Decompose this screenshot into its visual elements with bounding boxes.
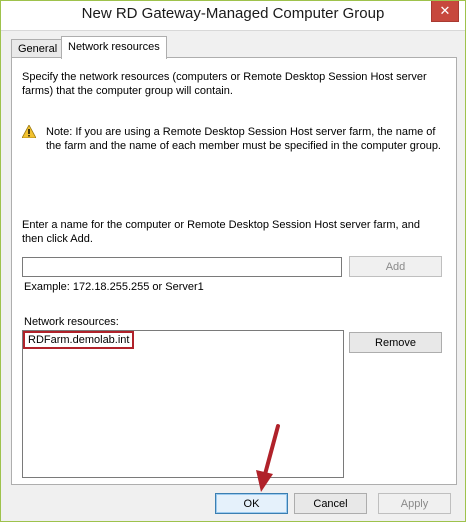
annotation-arrow-icon <box>256 424 280 492</box>
tab-network-resources[interactable]: Network resources <box>61 36 167 59</box>
